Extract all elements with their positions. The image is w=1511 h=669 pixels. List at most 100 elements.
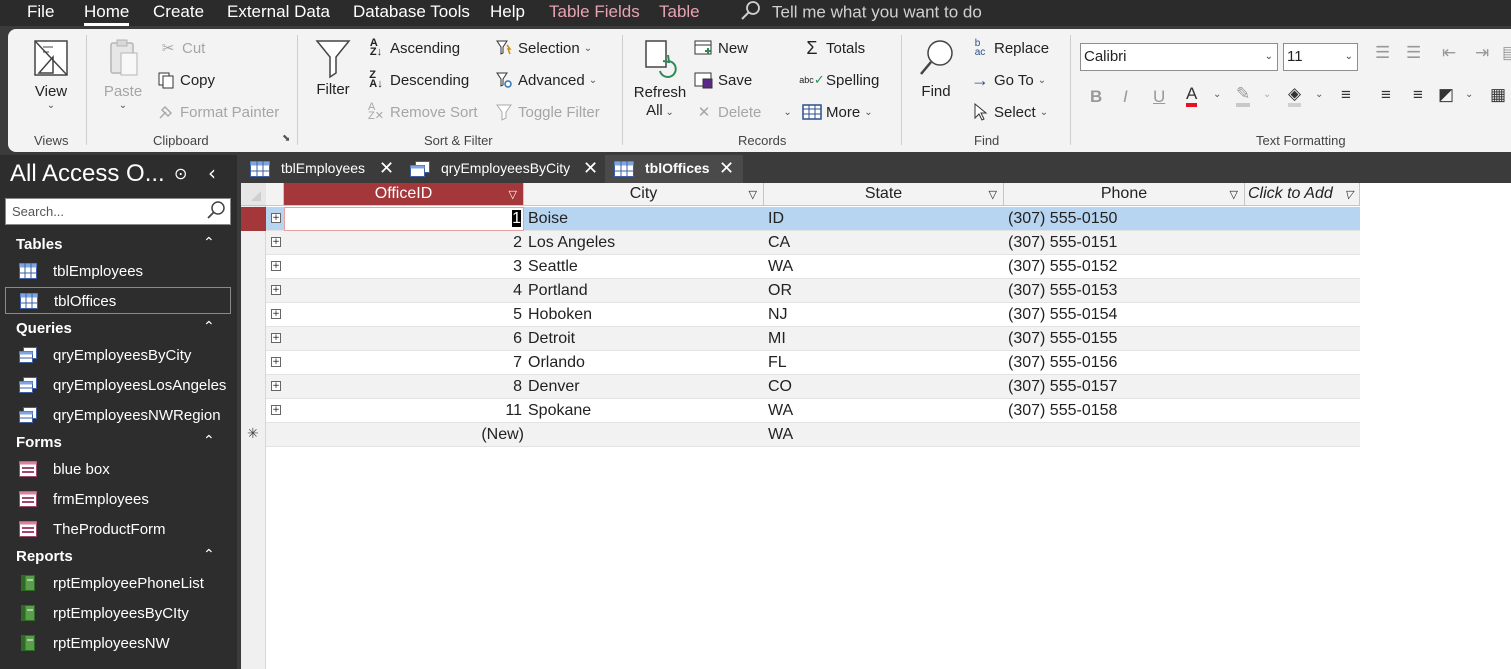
table-row[interactable]: +2 Los Angeles CA (307) 555-0151: [266, 231, 1360, 255]
table-row[interactable]: +4 Portland OR (307) 555-0153: [266, 279, 1360, 303]
dropdown-arrow-icon[interactable]: ▽: [1345, 184, 1353, 206]
align-center-icon[interactable]: ≡: [1381, 85, 1391, 105]
cell-phone[interactable]: (307) 555-0158: [1008, 399, 1244, 423]
cell-officeid-new[interactable]: (New): [284, 423, 524, 447]
expand-plus-icon[interactable]: +: [271, 285, 281, 295]
cell-phone[interactable]: (307) 555-0156: [1008, 351, 1244, 375]
chevron-down-icon[interactable]: ⌄: [1315, 89, 1323, 100]
nav-item-rptemployeephonelist[interactable]: rptEmployeePhoneList: [5, 570, 231, 597]
format-painter-button[interactable]: Format Painter: [156, 100, 279, 124]
cell-state[interactable]: OR: [768, 279, 1004, 303]
cell-state[interactable]: NJ: [768, 303, 1004, 327]
close-icon[interactable]: ✕: [583, 155, 598, 182]
circle-chevron-down-icon[interactable]: ⊙: [174, 164, 187, 183]
menu-database-tools[interactable]: Database Tools: [353, 0, 470, 24]
nav-item-blue-box[interactable]: blue box: [5, 456, 231, 483]
cell-phone[interactable]: (307) 555-0157: [1008, 375, 1244, 399]
spelling-button[interactable]: abc ✓ Spelling: [799, 68, 879, 92]
cell-city[interactable]: Portland: [528, 279, 764, 303]
toggle-filter-button[interactable]: Toggle Filter: [494, 100, 600, 124]
cell-state[interactable]: CA: [768, 231, 1004, 255]
column-header-state[interactable]: State ▽: [764, 183, 1004, 206]
fill-color-icon[interactable]: ◈: [1288, 85, 1302, 107]
expand-plus-icon[interactable]: +: [271, 357, 281, 367]
chevron-down-icon[interactable]: ⌄: [1263, 89, 1271, 100]
cut-button[interactable]: ✂ Cut: [158, 36, 206, 60]
align-right-icon[interactable]: ≡: [1413, 85, 1423, 105]
nav-section-forms[interactable]: Forms: [16, 434, 62, 451]
view-button[interactable]: View ⌄: [26, 37, 76, 111]
cell-city[interactable]: Boise: [528, 207, 764, 231]
select-all-corner[interactable]: [241, 183, 266, 206]
cell-phone[interactable]: (307) 555-0154: [1008, 303, 1244, 327]
cell-officeid[interactable]: 11: [284, 399, 524, 423]
underline-icon[interactable]: U: [1153, 87, 1165, 107]
filter-button[interactable]: Filter: [308, 37, 358, 98]
collapse-pane-icon[interactable]: ‹: [208, 161, 216, 185]
nav-item-qryemployeeslosangeles[interactable]: qryEmployeesLosAngeles: [5, 372, 231, 399]
dialog-launcher-icon[interactable]: ⬊: [282, 133, 290, 144]
cell-phone[interactable]: (307) 555-0153: [1008, 279, 1244, 303]
cell-state[interactable]: WA: [768, 255, 1004, 279]
cell-city[interactable]: Los Angeles: [528, 231, 764, 255]
gridlines-icon[interactable]: ◩: [1438, 85, 1454, 105]
menu-create[interactable]: Create: [153, 0, 204, 24]
table-row[interactable]: +8 Denver CO (307) 555-0157: [266, 375, 1360, 399]
cell-city[interactable]: Hoboken: [528, 303, 764, 327]
table-row[interactable]: +3 Seattle WA (307) 555-0152: [266, 255, 1360, 279]
chevron-down-icon[interactable]: ⌄: [1213, 89, 1221, 100]
nav-item-qryemployeesnwregion[interactable]: qryEmployeesNWRegion: [5, 402, 231, 429]
table-row[interactable]: +6 Detroit MI (307) 555-0155: [266, 327, 1360, 351]
record-selector[interactable]: [241, 327, 266, 351]
chevron-up-icon[interactable]: ⌃: [203, 319, 215, 335]
nav-section-reports[interactable]: Reports: [16, 548, 73, 565]
nav-item-tbloffices[interactable]: tblOffices: [5, 287, 231, 314]
cell-officeid[interactable]: 8: [284, 375, 524, 399]
highlight-icon[interactable]: ✎: [1236, 85, 1251, 107]
expand-plus-icon[interactable]: +: [271, 333, 281, 343]
align-left-icon[interactable]: ≡: [1341, 85, 1351, 105]
copy-button[interactable]: Copy: [156, 68, 215, 92]
tab-tblemployees[interactable]: tblEmployees ✕: [241, 155, 401, 183]
expand-plus-icon[interactable]: +: [271, 405, 281, 415]
font-color-icon[interactable]: A: [1186, 85, 1198, 107]
chevron-up-icon[interactable]: ⌃: [203, 433, 215, 449]
expand-plus-icon[interactable]: +: [271, 237, 281, 247]
record-selector[interactable]: [241, 207, 266, 231]
nav-item-tblemployees[interactable]: tblEmployees: [5, 258, 231, 285]
totals-button[interactable]: Σ Totals: [802, 36, 865, 60]
cell-city[interactable]: Detroit: [528, 327, 764, 351]
cell-officeid[interactable]: 5: [284, 303, 524, 327]
numbering-icon[interactable]: ☰: [1406, 43, 1421, 63]
decrease-indent-icon[interactable]: ⇤: [1442, 43, 1456, 63]
cell-city[interactable]: Orlando: [528, 351, 764, 375]
column-header-phone[interactable]: Phone ▽: [1004, 183, 1245, 206]
advanced-button[interactable]: Advanced ⌄: [494, 68, 597, 92]
cell-officeid[interactable]: 4: [284, 279, 524, 303]
cell-phone[interactable]: (307) 555-0155: [1008, 327, 1244, 351]
menu-table[interactable]: Table: [659, 0, 700, 24]
nav-item-rptemployeesnw[interactable]: rptEmployeesNW: [5, 630, 231, 657]
cell-phone[interactable]: (307) 555-0151: [1008, 231, 1244, 255]
cell-officeid[interactable]: 1: [284, 207, 524, 231]
expand-plus-icon[interactable]: +: [271, 261, 281, 271]
font-name-combo[interactable]: Calibri ⌄: [1080, 43, 1278, 71]
cell-city[interactable]: Denver: [528, 375, 764, 399]
tell-me-box[interactable]: Tell me what you want to do: [740, 0, 982, 24]
expand-plus-icon[interactable]: +: [271, 381, 281, 391]
menu-help[interactable]: Help: [490, 0, 525, 24]
dropdown-arrow-icon[interactable]: ▽: [749, 184, 757, 206]
descending-button[interactable]: Z A↓ Descending: [366, 68, 469, 92]
font-size-combo[interactable]: 11 ⌄: [1283, 43, 1358, 71]
cell-officeid[interactable]: 7: [284, 351, 524, 375]
nav-item-rptemployeesbycity[interactable]: rptEmployeesByCIty: [5, 600, 231, 627]
table-row[interactable]: +11 Spokane WA (307) 555-0158: [266, 399, 1360, 423]
nav-section-queries[interactable]: Queries: [16, 320, 72, 337]
delete-record-button[interactable]: ✕ Delete ⌄: [694, 100, 792, 124]
menu-table-fields[interactable]: Table Fields: [549, 0, 640, 24]
bold-icon[interactable]: B: [1090, 87, 1102, 107]
nav-pane-title[interactable]: All Access O...: [10, 160, 165, 188]
record-selector[interactable]: [241, 303, 266, 327]
cell-city[interactable]: Seattle: [528, 255, 764, 279]
record-selector[interactable]: [241, 351, 266, 375]
